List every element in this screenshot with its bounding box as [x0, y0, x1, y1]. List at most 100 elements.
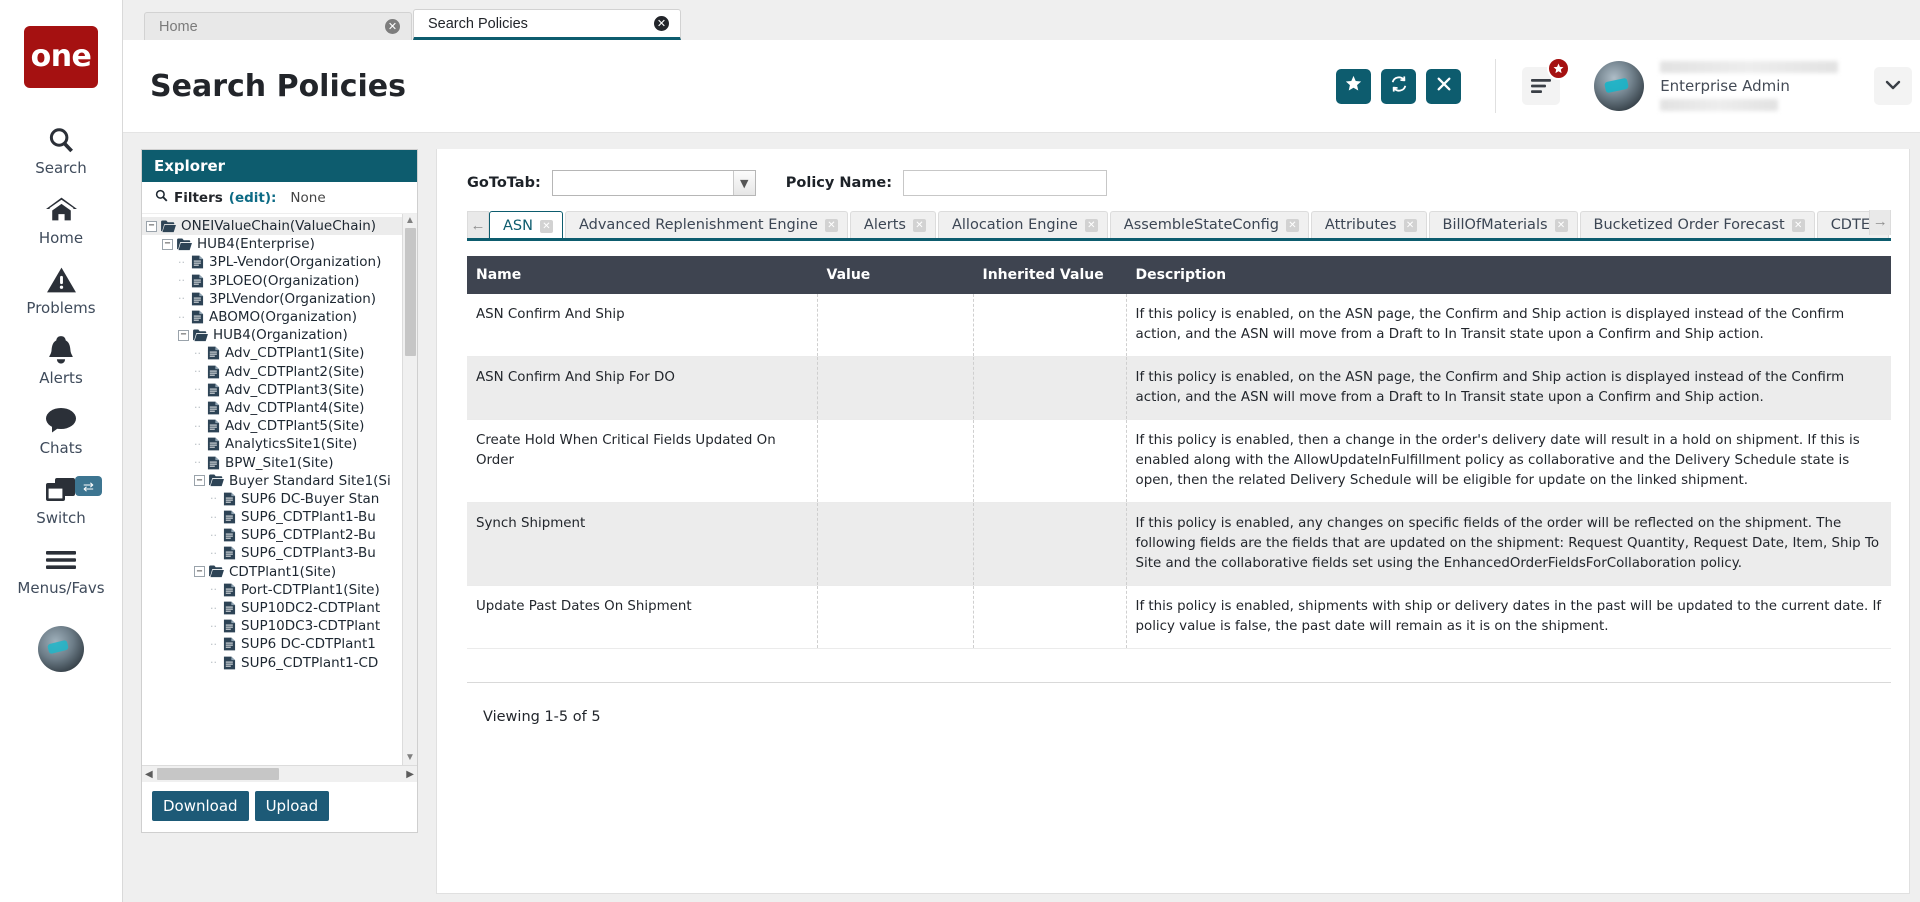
header-menu-button[interactable]	[1522, 67, 1560, 105]
tree-node[interactable]: ‧‧Adv_CDTPlant1(Site)	[142, 344, 402, 362]
tree-node[interactable]: −ONEIValueChain(ValueChain)	[142, 217, 402, 235]
tab-bucketized-order-forecast[interactable]: Bucketized Order Forecast✕	[1580, 211, 1815, 238]
tab-close-icon[interactable]: ✕	[1792, 219, 1805, 232]
user-menu[interactable]: Enterprise Admin	[1594, 61, 1912, 111]
policy-name-input[interactable]	[903, 170, 1107, 196]
tree-line: ‧‧	[194, 438, 207, 451]
tree-node[interactable]: ‧‧SUP10DC2-CDTPlant	[142, 599, 402, 617]
policy-description-cell: If this policy is enabled, on the ASN pa…	[1126, 357, 1891, 420]
tree-node[interactable]: ‧‧BPW_Site1(Site)	[142, 453, 402, 471]
tree-node[interactable]: −HUB4(Enterprise)	[142, 235, 402, 253]
gototab-select[interactable]: ▼	[552, 170, 756, 196]
tree-node[interactable]: ‧‧ABOMO(Organization)	[142, 308, 402, 326]
tree-node[interactable]: ‧‧SUP10DC3-CDTPlant	[142, 617, 402, 635]
tree-toggle-icon[interactable]: −	[194, 566, 205, 577]
tab-billofmaterials[interactable]: BillOfMaterials✕	[1429, 211, 1578, 238]
rail-avatar[interactable]	[38, 626, 84, 672]
page-tab-search-policies[interactable]: Search Policies ✕	[413, 9, 681, 40]
close-circle-icon[interactable]: ✕	[654, 16, 669, 31]
user-menu-caret[interactable]	[1874, 67, 1912, 105]
policy-name-cell: Update Past Dates On Shipment	[467, 586, 817, 649]
column-header-value[interactable]: Value	[817, 256, 973, 294]
scroll-down-icon[interactable]: ▼	[405, 753, 415, 763]
tree-node-label: SUP6_CDTPlant3-Bu	[241, 545, 376, 561]
tree-node[interactable]: ‧‧AnalyticsSite1(Site)	[142, 435, 402, 453]
page-tab-home[interactable]: Home ✕	[144, 12, 412, 40]
close-button[interactable]	[1426, 69, 1461, 104]
tree-node[interactable]: ‧‧Adv_CDTPlant2(Site)	[142, 363, 402, 381]
tree-line: ‧‧	[178, 292, 191, 305]
sidebar-item-search[interactable]: Search	[0, 114, 122, 184]
download-button[interactable]: Download	[152, 791, 249, 821]
filters-edit-link[interactable]: (edit):	[229, 190, 277, 206]
header-action-group	[1336, 69, 1461, 104]
tree-node[interactable]: ‧‧3PLVendor(Organization)	[142, 290, 402, 308]
tree-node[interactable]: ‧‧SUP6_CDTPlant1-CD	[142, 654, 402, 672]
swap-arrows-icon[interactable]: ⇄	[75, 476, 102, 496]
avatar[interactable]	[1594, 61, 1644, 111]
tree-node[interactable]: ‧‧Adv_CDTPlant3(Site)	[142, 381, 402, 399]
column-header-inherited-value[interactable]: Inherited Value	[973, 256, 1126, 294]
scroll-left-icon[interactable]: ◀	[145, 769, 153, 780]
tab-advanced-replenishment-engine[interactable]: Advanced Replenishment Engine✕	[565, 211, 848, 238]
explorer-vertical-scrollbar[interactable]: ▲ ▼	[402, 214, 417, 765]
table-row[interactable]: ASN Confirm And Ship For DOIf this polic…	[467, 357, 1891, 420]
tree-node[interactable]: ‧‧Adv_CDTPlant4(Site)	[142, 399, 402, 417]
tree-node[interactable]: ‧‧Port-CDTPlant1(Site)	[142, 581, 402, 599]
explorer-tree[interactable]: −ONEIValueChain(ValueChain)−HUB4(Enterpr…	[142, 214, 402, 765]
tree-node[interactable]: −Buyer Standard Site1(Si	[142, 472, 402, 490]
table-row[interactable]: Create Hold When Critical Fields Updated…	[467, 420, 1891, 503]
tab-close-icon[interactable]: ✕	[540, 220, 553, 233]
tree-node[interactable]: −CDTPlant1(Site)	[142, 563, 402, 581]
tree-node[interactable]: ‧‧SUP6 DC-CDTPlant1	[142, 635, 402, 653]
tree-node[interactable]: ‧‧3PLOEO(Organization)	[142, 272, 402, 290]
tree-node[interactable]: ‧‧Adv_CDTPlant5(Site)	[142, 417, 402, 435]
tree-node[interactable]: ‧‧SUP6_CDTPlant3-Bu	[142, 544, 402, 562]
tree-node[interactable]: ‧‧SUP6_CDTPlant1-Bu	[142, 508, 402, 526]
scroll-up-icon[interactable]: ▲	[405, 216, 415, 226]
tree-toggle-icon[interactable]: −	[178, 330, 189, 341]
explorer-horizontal-scrollbar[interactable]: ◀ ▶	[142, 765, 417, 782]
tab-attributes[interactable]: Attributes✕	[1311, 211, 1427, 238]
favorite-button[interactable]	[1336, 69, 1371, 104]
column-header-description[interactable]: Description	[1126, 256, 1891, 294]
table-row[interactable]: Update Past Dates On ShipmentIf this pol…	[467, 586, 1891, 649]
close-circle-icon[interactable]: ✕	[385, 19, 400, 34]
tab-assemblestateconfig[interactable]: AssembleStateConfig✕	[1110, 211, 1309, 238]
one-network-logo[interactable]: one	[24, 26, 98, 88]
sidebar-item-home[interactable]: Home	[0, 184, 122, 254]
tree-node[interactable]: ‧‧SUP6 DC-Buyer Stan	[142, 490, 402, 508]
scroll-right-icon[interactable]: ▶	[406, 769, 414, 780]
vscroll-thumb[interactable]	[405, 228, 416, 356]
tree-node[interactable]: ‧‧3PL-Vendor(Organization)	[142, 253, 402, 271]
upload-button[interactable]: Upload	[255, 791, 330, 821]
tab-close-icon[interactable]: ✕	[825, 219, 838, 232]
tab-asn[interactable]: ASN✕	[489, 211, 563, 241]
sidebar-item-menus-favs[interactable]: Menus/Favs	[0, 534, 122, 604]
table-row[interactable]: ASN Confirm And ShipIf this policy is en…	[467, 294, 1891, 357]
tree-node-label: SUP10DC3-CDTPlant	[241, 618, 380, 634]
sidebar-item-switch[interactable]: ⇄ Switch	[0, 464, 122, 534]
sidebar-item-problems[interactable]: Problems	[0, 254, 122, 324]
tab-close-icon[interactable]: ✕	[1555, 219, 1568, 232]
tree-toggle-icon[interactable]: −	[146, 221, 157, 232]
tab-allocation-engine[interactable]: Allocation Engine✕	[938, 211, 1108, 238]
tab-alerts[interactable]: Alerts✕	[850, 211, 936, 238]
tab-close-icon[interactable]: ✕	[1286, 219, 1299, 232]
tree-node[interactable]: ‧‧SUP6_CDTPlant2-Bu	[142, 526, 402, 544]
hscroll-thumb[interactable]	[157, 768, 279, 780]
sidebar-item-label: Search	[35, 159, 87, 177]
tree-toggle-icon[interactable]: −	[194, 475, 205, 486]
column-header-name[interactable]: Name	[467, 256, 817, 294]
tab-close-icon[interactable]: ✕	[913, 219, 926, 232]
tab-scroll-left-button[interactable]: ←	[467, 211, 489, 238]
tree-toggle-icon[interactable]: −	[162, 239, 173, 250]
table-row[interactable]: Synch ShipmentIf this policy is enabled,…	[467, 503, 1891, 586]
tree-node[interactable]: −HUB4(Organization)	[142, 326, 402, 344]
sidebar-item-chats[interactable]: Chats	[0, 394, 122, 464]
sidebar-item-alerts[interactable]: Alerts	[0, 324, 122, 394]
tab-close-icon[interactable]: ✕	[1404, 219, 1417, 232]
tab-close-icon[interactable]: ✕	[1085, 219, 1098, 232]
tab-scroll-right-button[interactable]: →	[1869, 210, 1891, 235]
refresh-button[interactable]	[1381, 69, 1416, 104]
